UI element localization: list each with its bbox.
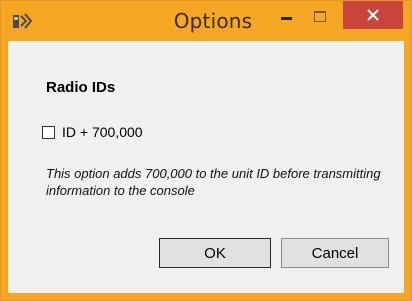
close-button[interactable] (343, 1, 403, 29)
maximize-icon (314, 10, 326, 22)
option-description: This option adds 700,000 to the unit ID … (46, 166, 381, 198)
close-icon (367, 9, 379, 21)
section-title: Radio IDs (46, 79, 116, 96)
minimize-button[interactable] (271, 1, 301, 31)
ok-button[interactable]: OK (159, 238, 271, 268)
id-offset-checkbox-label[interactable]: ID + 700,000 (62, 124, 143, 140)
minimize-icon (280, 16, 292, 20)
dialog-content: Radio IDs ID + 700,000 This option adds … (8, 41, 404, 293)
cancel-button[interactable]: Cancel (281, 238, 389, 268)
options-dialog: Options Radio IDs ID + 700,000 This opti… (0, 0, 412, 301)
title-bar[interactable]: Options (1, 1, 411, 41)
maximize-button[interactable] (305, 1, 335, 31)
id-offset-checkbox[interactable] (42, 125, 55, 139)
id-offset-checkbox-row[interactable]: ID + 700,000 (42, 124, 143, 140)
